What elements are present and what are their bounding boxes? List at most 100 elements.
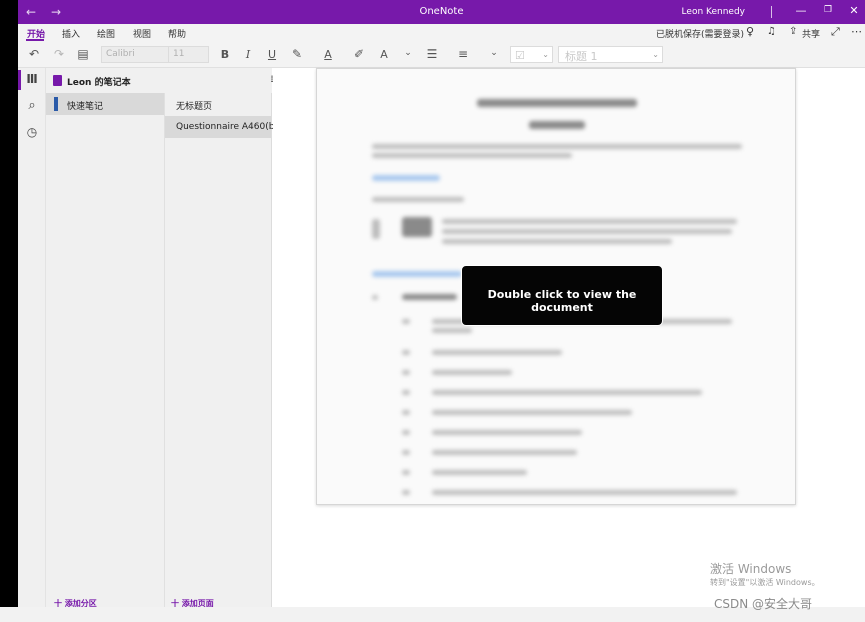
more-options-icon[interactable]: ⋯ [851, 25, 862, 38]
notebook-header[interactable]: Leon 的笔记本 ⌄ ≣ [46, 68, 278, 93]
doc-number-mark [402, 450, 410, 455]
close-button[interactable]: ✕ [846, 4, 862, 17]
page-item-selected[interactable]: Questionnaire A460(b) [165, 116, 278, 138]
doc-text-line [432, 350, 562, 355]
onenote-window: ← → OneNote Leon Kennedy — ❐ ✕ 开始 插入 绘图 … [18, 0, 865, 607]
notebook-dropdown-icon[interactable]: ⌄ [124, 75, 132, 85]
font-color-button[interactable]: A [320, 48, 336, 61]
view-document-tooltip[interactable]: Double click to view the document [461, 265, 663, 326]
doc-bullet-mark [372, 219, 380, 239]
underline-button[interactable]: U [264, 48, 280, 61]
page-item[interactable]: 无标题页 [165, 93, 271, 115]
tag-dropdown-icon: ⌄ [542, 50, 549, 59]
doc-number-mark [402, 390, 410, 395]
expand-icon[interactable]: ⤢ [831, 25, 840, 39]
notebook-icon [53, 75, 62, 86]
ribbon-tabs: 开始 插入 绘图 视图 帮助 已脱机保存(需要登录) ♀ ♫ ⇪ 共享 ⤢ ⋯ [18, 24, 865, 42]
tab-help[interactable]: 帮助 [168, 27, 186, 40]
minimize-button[interactable]: — [793, 4, 809, 17]
doc-bold-term [402, 294, 457, 300]
doc-title-line [477, 99, 637, 107]
doc-text-line [432, 450, 577, 455]
doc-text-line [372, 153, 572, 158]
styles-dropdown-icon[interactable]: ⌄ [400, 48, 416, 58]
doc-text-line [442, 239, 672, 244]
font-name-value: Calibri [106, 49, 135, 59]
highlight-icon[interactable]: ✎ [289, 47, 305, 61]
styles-icon[interactable]: A [376, 48, 392, 61]
add-page-label: 添加页面 [181, 599, 214, 607]
doc-bold-term [402, 217, 432, 237]
doc-heading-line [372, 175, 440, 181]
activation-watermark-title: 激活 Windows [710, 562, 792, 576]
title-bar: ← → OneNote Leon Kennedy — ❐ ✕ [18, 0, 865, 24]
titlebar-separator [771, 6, 772, 18]
doc-text-line [432, 370, 512, 375]
doc-number-mark [402, 430, 410, 435]
plus-icon: 十 [54, 599, 62, 607]
section-item[interactable]: 快速笔记 [46, 93, 164, 115]
heading-dropdown-icon: ⌄ [652, 50, 659, 59]
recent-icon[interactable]: ◷ [24, 125, 40, 139]
doc-text-line [372, 197, 464, 202]
bell-icon[interactable]: ♫ [767, 26, 776, 37]
plus-icon: 十 [171, 599, 179, 607]
doc-subtitle-line [529, 121, 585, 129]
redo-icon[interactable]: ↷ [51, 47, 67, 61]
checkbox-icon: ☑ [515, 49, 525, 62]
doc-text-line [372, 144, 742, 149]
add-page-button[interactable]: 十 添加页面 [171, 598, 214, 607]
undo-icon[interactable]: ↶ [26, 47, 42, 61]
page-canvas[interactable]: Double click to view the document [273, 68, 865, 607]
font-size-value: 11 [173, 49, 185, 59]
navigation-rail: Ⅲ ⌕ ◷ [18, 68, 46, 607]
pages-list: 无标题页 Questionnaire A460(b) 十 添加页面 [165, 93, 278, 607]
sections-list: 快速笔记 十 添加分区 [46, 93, 165, 607]
font-name-field[interactable]: Calibri [101, 46, 169, 63]
notebooks-icon[interactable]: Ⅲ [24, 72, 40, 86]
lightbulb-icon[interactable]: ♀ [746, 25, 754, 38]
doc-text-line [442, 219, 737, 224]
activation-watermark-subtitle: 转到"设置"以激活 Windows。 [710, 578, 820, 587]
section-label: 快速笔记 [67, 102, 104, 112]
rail-active-indicator [18, 70, 21, 90]
search-icon[interactable]: ⌕ [24, 98, 40, 113]
italic-button[interactable]: I [240, 48, 256, 61]
page-label: Questionnaire A460(b) [176, 122, 278, 132]
heading-style-select[interactable]: 标题 1 ⌄ [558, 46, 663, 63]
share-button[interactable]: 共享 [802, 27, 820, 40]
bold-button[interactable]: B [217, 48, 233, 61]
doc-text-line [432, 390, 702, 395]
doc-text-line [432, 328, 472, 333]
doc-text-line [432, 470, 527, 475]
tab-insert[interactable]: 插入 [62, 27, 80, 40]
doc-heading-line [372, 271, 462, 277]
doc-number-mark [402, 350, 410, 355]
list-dropdown-icon[interactable]: ⌄ [486, 48, 502, 58]
tab-view[interactable]: 视图 [133, 27, 151, 40]
doc-text-line [432, 410, 632, 415]
doc-number-mark [402, 319, 410, 324]
user-name[interactable]: Leon Kennedy [682, 7, 745, 17]
source-watermark: CSDN @安全大哥 [714, 597, 813, 611]
add-section-label: 添加分区 [64, 599, 97, 607]
clipboard-icon[interactable]: ▤ [75, 47, 91, 61]
tab-draw[interactable]: 绘图 [97, 27, 115, 40]
restore-button[interactable]: ❐ [820, 5, 836, 15]
page-label: 无标题页 [176, 102, 213, 112]
doc-number-mark [402, 490, 410, 495]
bullets-icon[interactable]: ☰ [424, 47, 440, 61]
numbering-icon[interactable]: ≡ [455, 47, 471, 61]
clear-formatting-icon[interactable]: ✐ [351, 47, 367, 61]
active-tab-indicator [26, 39, 44, 41]
tag-checkbox-field[interactable]: ☑ ⌄ [510, 46, 553, 63]
sync-status[interactable]: 已脱机保存(需要登录) [656, 27, 744, 40]
share-icon[interactable]: ⇪ [789, 26, 797, 37]
section-color-marker [54, 97, 58, 111]
notebook-name[interactable]: Leon 的笔记本 [67, 75, 131, 88]
font-size-field[interactable]: 11 [168, 46, 209, 63]
add-section-button[interactable]: 十 添加分区 [54, 598, 97, 607]
doc-number-mark [402, 470, 410, 475]
doc-text-line [442, 229, 732, 234]
doc-number-mark [402, 370, 410, 375]
